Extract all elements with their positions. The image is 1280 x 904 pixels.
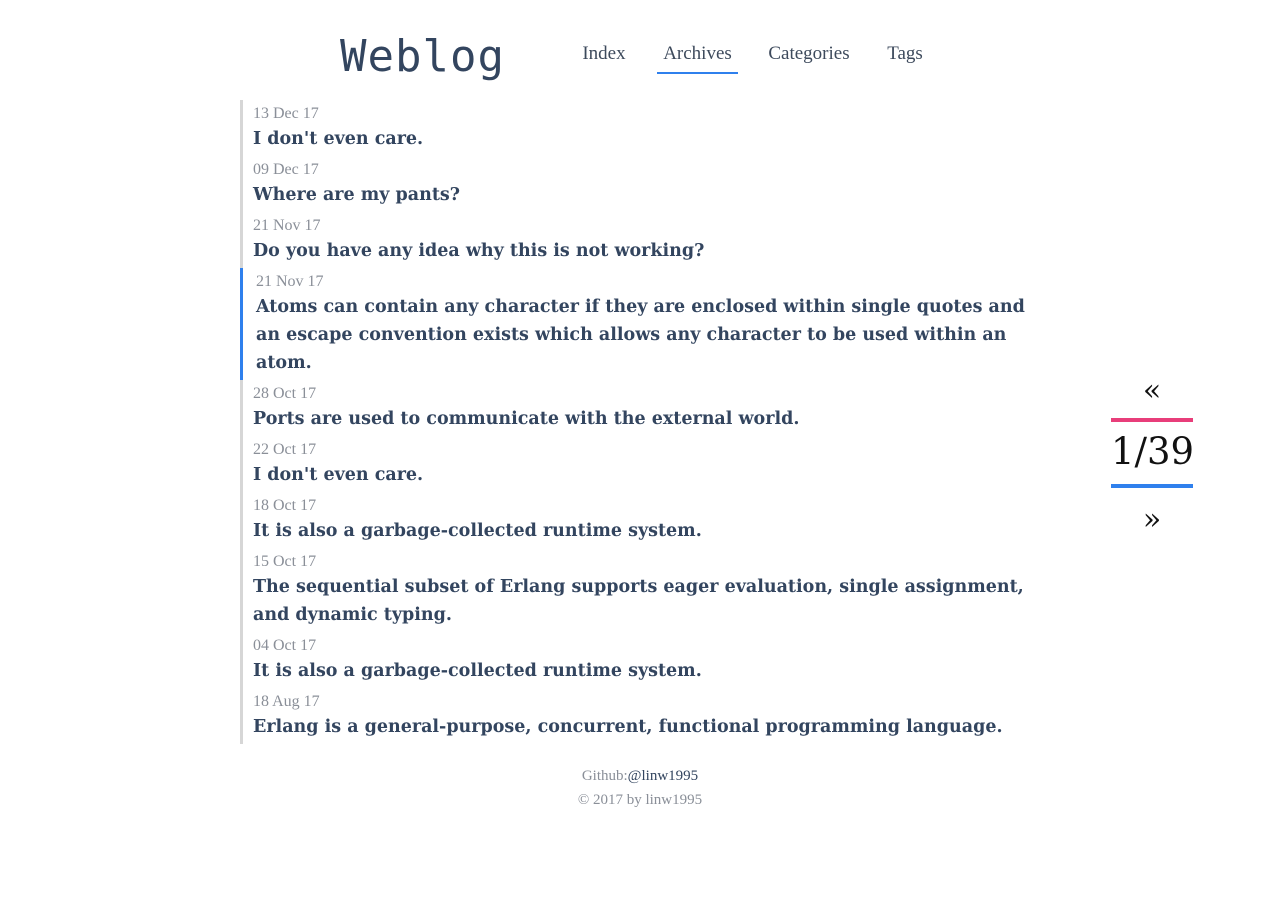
post-date: 18 Aug 17 [253,693,320,710]
post-date: 28 Oct 17 [253,385,317,402]
nav-categories[interactable]: Categories [760,40,858,72]
post-title-link[interactable]: Ports are used to communicate with the e… [253,405,1043,433]
archive-item: 04 Oct 17 It is also a garbage-collected… [243,632,1043,688]
post-title-link[interactable]: I don't even care. [253,125,1043,153]
footer-copyright: © 2017 by linw1995 [577,792,703,808]
prev-page-button[interactable]: « [1111,370,1193,422]
archive-item: 28 Oct 17 Ports are used to communicate … [243,380,1043,436]
post-title-link[interactable]: Erlang is a general-purpose, concurrent,… [253,713,1043,741]
archive-item: 15 Oct 17 The sequential subset of Erlan… [243,548,1043,632]
post-date: 22 Oct 17 [253,441,317,458]
archive-item: 09 Dec 17 Where are my pants? [243,156,1043,212]
nav-archives[interactable]: Archives [657,40,738,74]
archive-item: 21 Nov 17 Do you have any idea why this … [243,212,1043,268]
post-date: 09 Dec 17 [253,161,319,178]
post-date: 18 Oct 17 [253,497,317,514]
site-footer: Github:@linw1995 © 2017 by linw1995 [0,764,1280,812]
post-title-link[interactable]: The sequential subset of Erlang supports… [253,573,1043,629]
post-title-link[interactable]: I don't even care. [253,461,1043,489]
post-date: 04 Oct 17 [253,637,317,654]
footer-github: Github:@linw1995 [0,764,1280,788]
post-title-link[interactable]: It is also a garbage-collected runtime s… [253,657,1043,685]
archive-item: 22 Oct 17 I don't even care. [243,436,1043,492]
pagination: « 1/39 » [1111,370,1194,540]
archive-item: 18 Oct 17 It is also a garbage-collected… [243,492,1043,548]
nav-tags[interactable]: Tags [880,40,930,72]
nav-index[interactable]: Index [576,40,632,72]
post-date: 15 Oct 17 [253,553,317,570]
page-indicator: 1/39 [1111,422,1194,488]
archive-item: 13 Dec 17 I don't even care. [243,100,1043,156]
github-profile-link[interactable]: @linw1995 [628,768,698,784]
post-title-link[interactable]: It is also a garbage-collected runtime s… [253,517,1043,545]
post-date: 13 Dec 17 [253,105,319,122]
post-date: 21 Nov 17 [253,217,321,234]
post-title-link[interactable]: Where are my pants? [253,181,1043,209]
post-date: 21 Nov 17 [256,273,324,290]
archive-item-hovered: 21 Nov 17 Atoms can contain any characte… [240,268,1043,380]
next-page-button[interactable]: » [1111,488,1193,540]
post-title-link[interactable]: Do you have any idea why this is not wor… [253,237,1043,265]
archive-list: 13 Dec 17 I don't even care. 09 Dec 17 W… [240,100,1043,744]
site-logo[interactable]: Weblog [340,30,505,84]
footer-github-prefix: Github: [581,768,628,784]
post-title-link[interactable]: Atoms can contain any character if they … [256,293,1043,377]
archive-item: 18 Aug 17 Erlang is a general-purpose, c… [243,688,1043,744]
